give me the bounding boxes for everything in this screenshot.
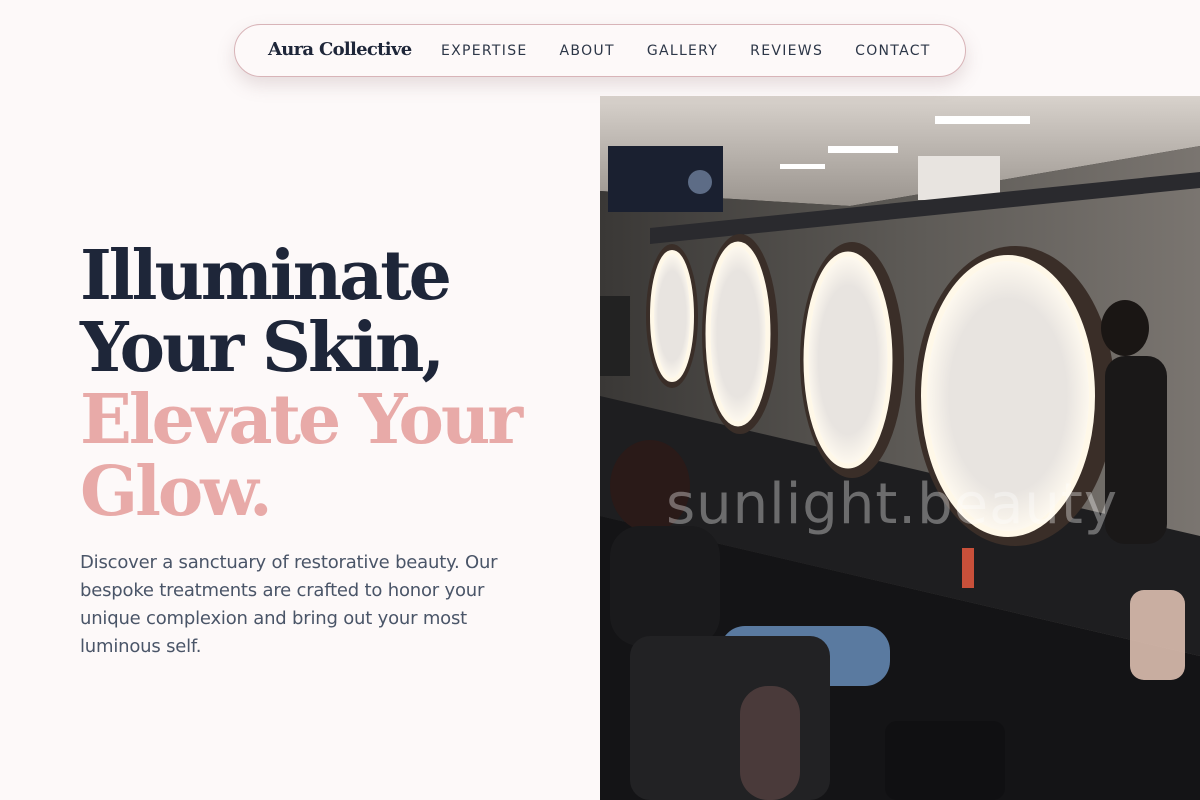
bag [885,721,1005,800]
ceiling-light [935,116,1030,124]
client-body [610,526,720,646]
hero-title-line-2: Your Skin, [80,308,445,388]
product-bottle [962,548,974,588]
stylist-head [1101,300,1149,356]
hero-title: Illuminate Your Skin, Elevate Your Glow. [80,240,560,528]
nav-links: EXPERTISE ABOUT GALLERY REVIEWS CONTACT [441,42,931,60]
hero-description: Discover a sanctuary of restorative beau… [80,552,498,657]
mirror-glass [650,250,694,382]
person-left [600,296,630,376]
tv-logo [688,170,712,194]
mirror-glass [803,251,893,469]
ceiling-light [780,164,825,169]
air-conditioner [918,156,1000,200]
image-watermark: sunlight.beauty [666,472,1118,537]
brand-logo[interactable]: Aura Collective [268,39,412,60]
hero-salon-image: sunlight.beauty [600,96,1200,800]
salon-illustration [600,96,1200,800]
nav-link-contact[interactable]: CONTACT [855,42,931,60]
mirror-glass [705,241,771,427]
landing-page: Aura Collective EXPERTISE ABOUT GALLERY … [0,0,1200,800]
hero-accent-line-1: Elevate Your [80,380,523,460]
hero-title-line-1: Illuminate [80,236,452,316]
salon-chair-back [740,686,800,800]
nav-link-expertise[interactable]: EXPERTISE [441,42,528,60]
ceiling-light [828,146,898,153]
nav-link-about[interactable]: ABOUT [560,42,615,60]
nav-link-reviews[interactable]: REVIEWS [750,42,823,60]
spray-bottle [1130,590,1185,680]
hero-accent-line-2: Glow. [80,452,273,532]
top-navigation: Aura Collective EXPERTISE ABOUT GALLERY … [234,24,966,77]
nav-link-gallery[interactable]: GALLERY [647,42,718,60]
